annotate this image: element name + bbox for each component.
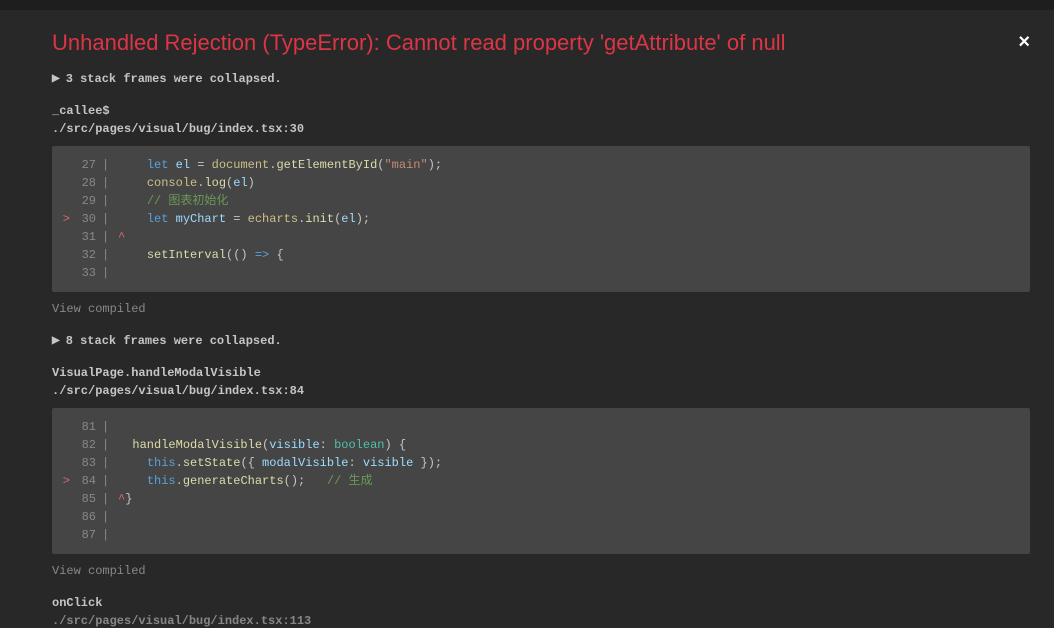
code-snippet: 27| let el = document.getElementById("ma… (52, 146, 1030, 292)
expand-arrow-icon: ▶ (52, 335, 60, 347)
line-number: 33 (74, 264, 102, 282)
view-compiled-link[interactable]: View compiled (52, 302, 1030, 316)
stack-frame-function-name: onClick (52, 596, 1030, 610)
stack-frame-location[interactable]: ./src/pages/visual/bug/index.tsx:84 (52, 384, 1030, 398)
line-number: 27 (74, 156, 102, 174)
line-number: 86 (74, 508, 102, 526)
line-number: 85 (74, 490, 102, 508)
line-number: 81 (74, 418, 102, 436)
close-button[interactable]: × (1018, 32, 1030, 52)
code-snippet: 81| 82| handleModalVisible(visible: bool… (52, 408, 1030, 554)
collapsed-frames-toggle[interactable]: ▶ 8 stack frames were collapsed. (52, 334, 1030, 348)
line-number: 31 (74, 228, 102, 246)
error-overlay: × Unhandled Rejection (TypeError): Canno… (0, 10, 1054, 628)
stack-frame-function-name: VisualPage.handleModalVisible (52, 366, 1030, 380)
error-title: Unhandled Rejection (TypeError): Cannot … (52, 30, 1030, 56)
view-compiled-link[interactable]: View compiled (52, 564, 1030, 578)
window-topbar (0, 0, 1054, 10)
line-number: 28 (74, 174, 102, 192)
line-number: 87 (74, 526, 102, 544)
line-number: 82 (74, 436, 102, 454)
collapsed-frames-text: 3 stack frames were collapsed. (66, 72, 282, 86)
line-number: 83 (74, 454, 102, 472)
line-number: 32 (74, 246, 102, 264)
expand-arrow-icon: ▶ (52, 73, 60, 85)
stack-frame-function-name: _callee$ (52, 104, 1030, 118)
line-number: 30 (74, 210, 102, 228)
line-number: 29 (74, 192, 102, 210)
line-number: 84 (74, 472, 102, 490)
stack-frame-location[interactable]: ./src/pages/visual/bug/index.tsx:113 (52, 614, 1030, 628)
stack-frame-location[interactable]: ./src/pages/visual/bug/index.tsx:30 (52, 122, 1030, 136)
collapsed-frames-toggle[interactable]: ▶ 3 stack frames were collapsed. (52, 72, 1030, 86)
collapsed-frames-text: 8 stack frames were collapsed. (66, 334, 282, 348)
